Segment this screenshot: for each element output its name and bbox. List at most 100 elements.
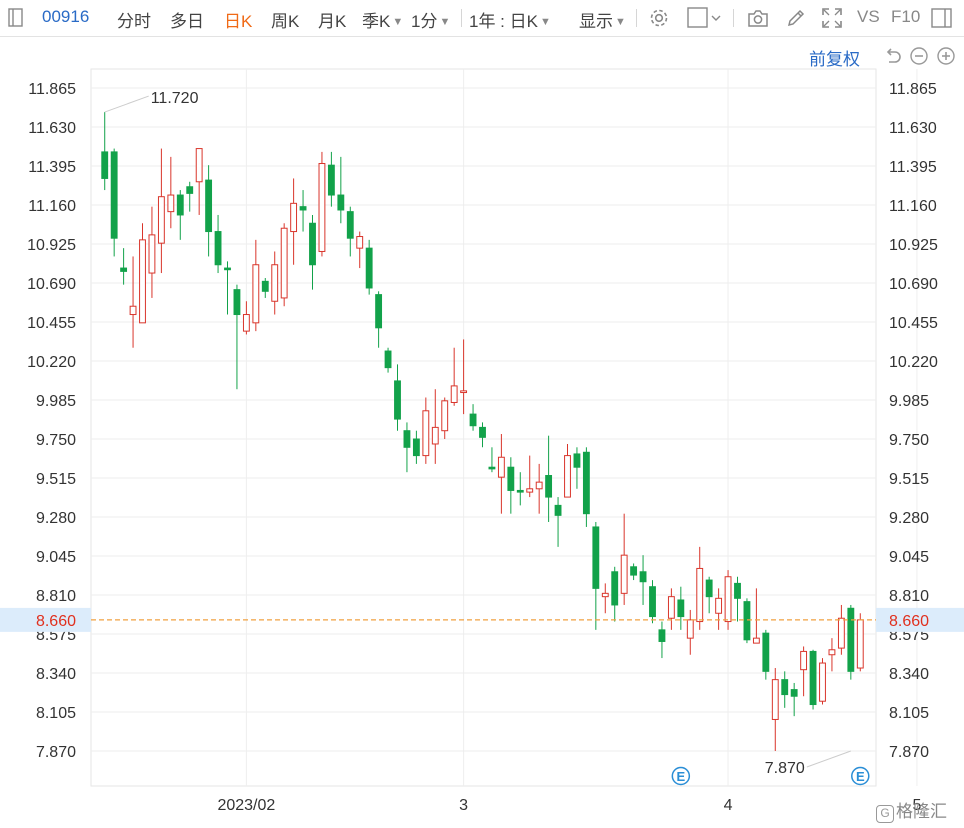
candle-body xyxy=(554,504,562,516)
candle xyxy=(686,609,694,655)
candle-body xyxy=(507,466,515,491)
candle-body xyxy=(224,267,231,271)
candle-body xyxy=(242,314,250,332)
candle xyxy=(696,546,704,630)
y-tick-label: 9.985 xyxy=(36,393,76,410)
candle-body xyxy=(120,267,128,272)
logo-icon: G xyxy=(876,805,894,823)
candle xyxy=(422,397,430,464)
candle-body xyxy=(299,206,307,211)
y-tick-label: 10.925 xyxy=(27,237,76,254)
candle-body xyxy=(488,466,496,470)
event-marker: E xyxy=(671,766,691,786)
candle xyxy=(771,668,779,751)
candle-body xyxy=(186,186,194,194)
candle-body xyxy=(431,426,439,445)
candle xyxy=(837,604,845,655)
candle-body xyxy=(337,194,345,211)
candle-body xyxy=(771,679,779,720)
candle-body xyxy=(252,264,260,324)
candle-body xyxy=(620,554,628,594)
candle-body xyxy=(630,566,638,576)
candle xyxy=(242,301,250,335)
candle xyxy=(356,231,364,269)
y-tick-label: 9.985 xyxy=(889,393,929,410)
candle-body xyxy=(705,579,713,598)
candle xyxy=(705,576,713,614)
y-tick-label: 7.870 xyxy=(36,744,76,761)
candle-body xyxy=(460,390,468,394)
candle-body xyxy=(157,196,165,244)
candle xyxy=(365,239,373,295)
candle xyxy=(724,570,732,630)
candle-body xyxy=(148,234,156,274)
candle xyxy=(157,148,165,274)
candle xyxy=(120,248,128,285)
y-tick-label: 10.455 xyxy=(889,315,938,332)
candle-body xyxy=(469,413,477,427)
low-price-label: 7.870 xyxy=(765,760,805,777)
candle xyxy=(800,646,808,697)
candle xyxy=(507,457,515,514)
candle xyxy=(497,434,505,514)
y-tick-label: 8.810 xyxy=(36,588,76,605)
candle-body xyxy=(856,619,864,669)
chart-grid xyxy=(90,68,918,787)
candle xyxy=(110,148,118,257)
y-tick-label: 9.280 xyxy=(889,510,929,527)
candlestick-chart[interactable]: 11.865 11.630 11.395 11.160 10.925 10.690 10.4… xyxy=(0,0,964,828)
candle xyxy=(564,443,571,498)
high-price-label: 11.720 xyxy=(151,90,199,107)
candle xyxy=(819,658,826,705)
candle-body xyxy=(271,264,279,302)
candle xyxy=(129,256,137,348)
low-leader-line xyxy=(806,750,852,768)
candle xyxy=(734,576,741,622)
candle xyxy=(346,206,354,257)
candle-body xyxy=(819,662,826,702)
y-tick-label: 11.160 xyxy=(889,198,937,215)
current-price-label-left: 8.660 xyxy=(36,613,76,630)
candle-body xyxy=(545,475,553,498)
candle xyxy=(186,181,194,212)
y-tick-label: 9.045 xyxy=(889,549,929,566)
candle-body xyxy=(800,650,808,671)
candle xyxy=(290,178,298,265)
y-axis-left: 11.865 11.630 11.395 11.160 10.925 10.690 10.4… xyxy=(27,81,76,761)
high-leader-line xyxy=(104,95,149,113)
current-price-label-right: 8.660 xyxy=(889,613,929,630)
candle-body xyxy=(129,305,137,316)
y-tick-label: 10.925 xyxy=(889,237,938,254)
candle xyxy=(790,682,798,717)
candle-body xyxy=(667,596,675,619)
candle xyxy=(488,447,496,473)
candle-body xyxy=(677,599,685,618)
candle xyxy=(101,112,109,191)
candle-body xyxy=(752,637,760,644)
candle-body xyxy=(639,571,647,583)
candle xyxy=(280,223,288,307)
candle xyxy=(573,447,581,489)
candle xyxy=(479,422,486,448)
candle xyxy=(469,404,477,431)
candle xyxy=(809,649,817,710)
y-tick-label: 11.865 xyxy=(28,81,76,98)
candle-body xyxy=(686,619,694,639)
candle xyxy=(309,214,316,290)
candle-body xyxy=(743,601,751,641)
event-label: E xyxy=(856,769,865,784)
candle xyxy=(677,586,685,630)
y-tick-label: 10.220 xyxy=(889,354,938,371)
candle xyxy=(271,251,279,315)
event-label: E xyxy=(676,769,685,784)
y-tick-label: 8.105 xyxy=(889,705,929,722)
candle-body xyxy=(375,294,383,329)
candle-body xyxy=(497,456,505,478)
y-tick-label: 10.220 xyxy=(27,354,76,371)
candle xyxy=(545,435,553,522)
candle xyxy=(752,588,760,644)
y-tick-label: 11.630 xyxy=(28,120,76,137)
candle xyxy=(516,472,524,506)
y-tick-label: 11.160 xyxy=(28,198,76,215)
y-tick-label: 11.395 xyxy=(889,159,937,176)
